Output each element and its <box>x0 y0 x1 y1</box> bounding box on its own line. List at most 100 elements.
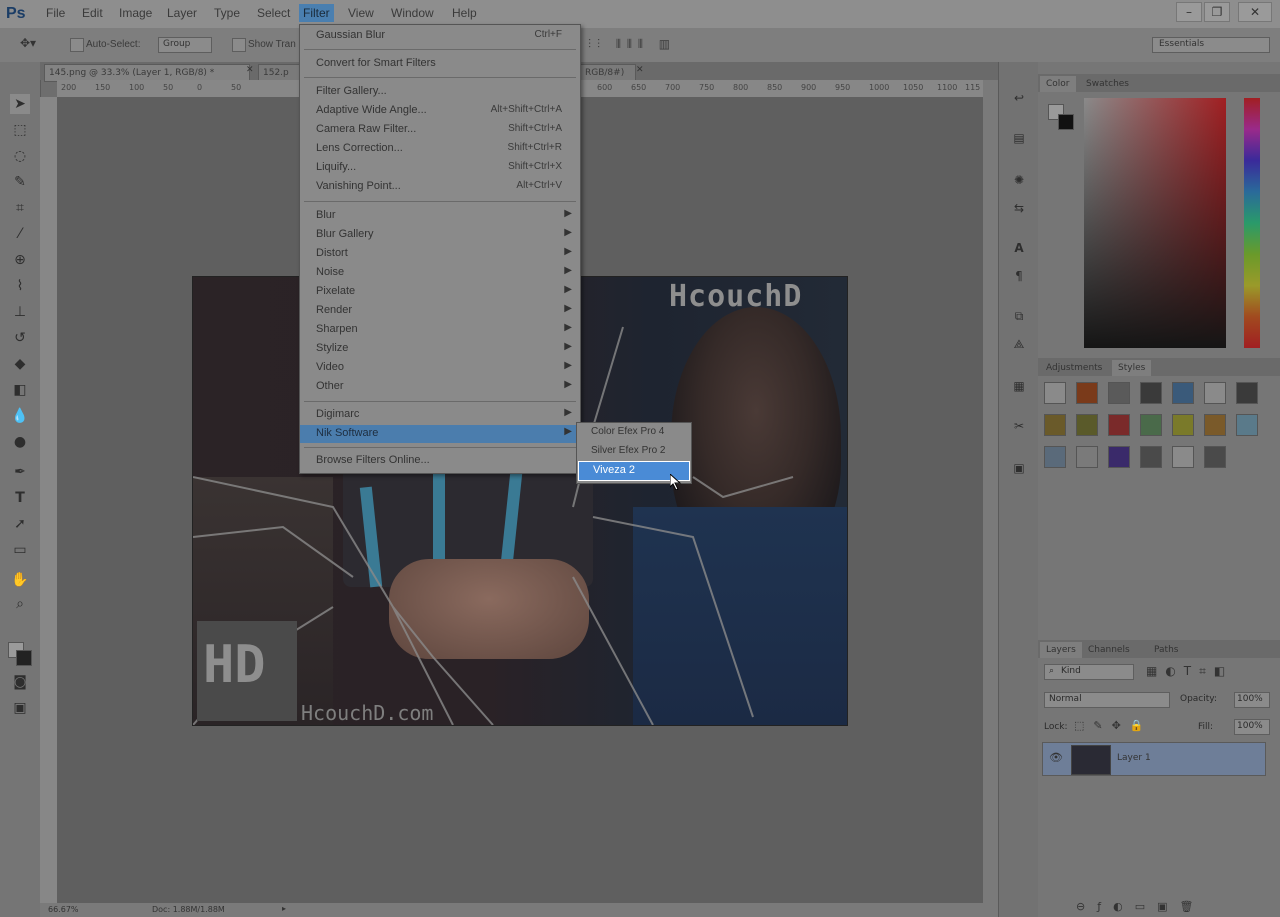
align-distribute-icons[interactable]: ⫶⫶ ⫴⫴⫴ ▥ <box>588 37 778 53</box>
screen-mode-icon[interactable]: ▣ <box>10 698 30 718</box>
menu-item-lens-correction[interactable]: Lens Correction... Shift+Ctrl+R <box>300 140 580 158</box>
style-swatch[interactable] <box>1140 414 1162 436</box>
tab-styles[interactable]: Styles <box>1112 360 1152 376</box>
eraser-tool-icon[interactable]: ◆ <box>10 354 30 374</box>
hue-slider[interactable] <box>1244 98 1260 348</box>
marquee-tool-icon[interactable]: ⬚ <box>10 120 30 140</box>
brush-tool-icon[interactable]: ⌇ <box>10 276 30 296</box>
style-swatch[interactable] <box>1108 446 1130 468</box>
lock-icons[interactable]: ⬚✎✥🔒 <box>1074 719 1164 735</box>
quick-select-tool-icon[interactable]: ✎ <box>10 172 30 192</box>
menu-item-browse-filters-online[interactable]: Browse Filters Online... <box>300 452 580 470</box>
tool-preset-icon[interactable]: ⇆ <box>1009 198 1029 218</box>
style-swatch[interactable] <box>1044 446 1066 468</box>
style-swatch[interactable] <box>1236 382 1258 404</box>
menu-window[interactable]: Window <box>391 6 434 20</box>
crop-tool-icon[interactable]: ⌗ <box>10 198 30 218</box>
fill-field[interactable]: 100% <box>1234 719 1270 735</box>
auto-select-dropdown[interactable]: Group <box>158 37 212 53</box>
type-tool-icon[interactable]: T <box>10 488 30 508</box>
show-transform-checkbox[interactable] <box>232 38 246 52</box>
gradient-tool-icon[interactable]: ◧ <box>10 380 30 400</box>
style-swatch[interactable] <box>1204 382 1226 404</box>
auto-select-checkbox[interactable] <box>70 38 84 52</box>
menu-item-blur[interactable]: Blur ▶ <box>300 207 580 225</box>
clone-source-icon[interactable]: ⧉ <box>1009 306 1029 326</box>
tools-icon[interactable]: ✂ <box>1009 416 1029 436</box>
menu-help[interactable]: Help <box>452 6 477 20</box>
menu-item-blur-gallery[interactable]: Blur Gallery ▶ <box>300 226 580 244</box>
hand-tool-icon[interactable]: ✋ <box>10 570 30 590</box>
minimize-button[interactable]: – <box>1176 2 1202 22</box>
tab-channels[interactable]: Channels <box>1082 642 1136 658</box>
style-swatch[interactable] <box>1172 414 1194 436</box>
tab-layers[interactable]: Layers <box>1040 642 1082 658</box>
menu-item-digimarc[interactable]: Digimarc ▶ <box>300 406 580 424</box>
menu-item-sharpen[interactable]: Sharpen ▶ <box>300 321 580 339</box>
style-swatch[interactable] <box>1076 414 1098 436</box>
pen-tool-icon[interactable]: ✒ <box>10 462 30 482</box>
vertical-scrollbar[interactable] <box>983 80 998 903</box>
style-swatch[interactable] <box>1044 414 1066 436</box>
blend-mode-dropdown[interactable]: Normal <box>1044 692 1170 708</box>
menu-file[interactable]: File <box>46 6 65 20</box>
stamp-tool-icon[interactable]: ⊥ <box>10 302 30 322</box>
menu-view[interactable]: View <box>348 6 374 20</box>
history-icon[interactable]: ↩ <box>1009 88 1029 108</box>
menu-item-adaptive-wide-angle[interactable]: Adaptive Wide Angle... Alt+Shift+Ctrl+A <box>300 102 580 120</box>
menu-item-noise[interactable]: Noise ▶ <box>300 264 580 282</box>
menu-item-video[interactable]: Video ▶ <box>300 359 580 377</box>
measurement-icon[interactable]: ⟁ <box>1009 334 1029 354</box>
status-arrow-icon[interactable]: ▸ <box>282 904 286 913</box>
layer-kind-filter[interactable]: ⌕ Kind <box>1044 664 1134 680</box>
menu-layer[interactable]: Layer <box>167 6 197 20</box>
lasso-tool-icon[interactable]: ◌ <box>10 146 30 166</box>
menu-item-filter-gallery[interactable]: Filter Gallery... <box>300 83 580 101</box>
menu-item-liquify[interactable]: Liquify... Shift+Ctrl+X <box>300 159 580 177</box>
workspace-dropdown[interactable]: Essentials <box>1152 37 1270 53</box>
blur-tool-icon[interactable]: 💧 <box>10 406 30 426</box>
menu-item-distort[interactable]: Distort ▶ <box>300 245 580 263</box>
menu-item-other[interactable]: Other ▶ <box>300 378 580 396</box>
close-button[interactable]: ✕ <box>1238 2 1272 22</box>
properties-icon[interactable]: ▣ <box>1009 458 1029 478</box>
tab-paths[interactable]: Paths <box>1148 642 1184 658</box>
shape-tool-icon[interactable]: ▭ <box>10 540 30 560</box>
menu-type[interactable]: Type <box>214 6 240 20</box>
submenu-item-color-efex-pro[interactable]: Color Efex Pro 4 <box>577 424 691 442</box>
quick-mask-icon[interactable]: ◙ <box>10 672 30 692</box>
move-tool-icon[interactable]: ➤ <box>10 94 30 114</box>
layer-filter-icons[interactable]: ▦◐T⌗◧ <box>1146 664 1276 680</box>
style-swatch[interactable] <box>1076 446 1098 468</box>
menu-item-gaussian-blur[interactable]: Gaussian Blur Ctrl+F <box>300 27 580 45</box>
zoom-level[interactable]: 66.67% <box>48 905 79 914</box>
eyedropper-tool-icon[interactable]: ⁄ <box>10 224 30 244</box>
history-brush-icon[interactable]: ↺ <box>10 328 30 348</box>
style-swatch[interactable] <box>1140 446 1162 468</box>
style-swatch[interactable] <box>1140 382 1162 404</box>
style-swatch[interactable] <box>1108 414 1130 436</box>
opacity-field[interactable]: 100% <box>1234 692 1270 708</box>
style-swatch[interactable] <box>1172 446 1194 468</box>
path-select-icon[interactable]: ➚ <box>10 514 30 534</box>
layer-footer-icons[interactable]: ⊖ƒ◐▭▣🗑 <box>1076 900 1276 916</box>
layer-row[interactable]: 👁 Layer 1 <box>1042 742 1266 776</box>
character-icon[interactable]: A <box>1009 238 1029 258</box>
menu-image[interactable]: Image <box>119 6 152 20</box>
style-none-swatch[interactable] <box>1044 382 1066 404</box>
menu-item-vanishing-point[interactable]: Vanishing Point... Alt+Ctrl+V <box>300 178 580 196</box>
style-swatch[interactable] <box>1204 414 1226 436</box>
dodge-tool-icon[interactable]: ● <box>10 432 30 452</box>
style-swatch[interactable] <box>1204 446 1226 468</box>
menu-filter[interactable]: Filter <box>299 4 334 22</box>
visibility-eye-icon[interactable]: 👁 <box>1049 751 1063 764</box>
paragraph-icon[interactable]: ¶ <box>1009 266 1029 286</box>
restore-button[interactable]: ❐ <box>1204 2 1230 22</box>
menu-item-nik-software[interactable]: Nik Software ▶ <box>300 425 580 443</box>
background-color-swatch[interactable] <box>16 650 32 666</box>
style-swatch[interactable] <box>1076 382 1098 404</box>
menu-item-pixelate[interactable]: Pixelate ▶ <box>300 283 580 301</box>
menu-item-convert-smart-filters[interactable]: Convert for Smart Filters <box>300 55 580 73</box>
zoom-tool-icon[interactable]: ⌕ <box>10 594 30 614</box>
menu-edit[interactable]: Edit <box>82 6 103 20</box>
